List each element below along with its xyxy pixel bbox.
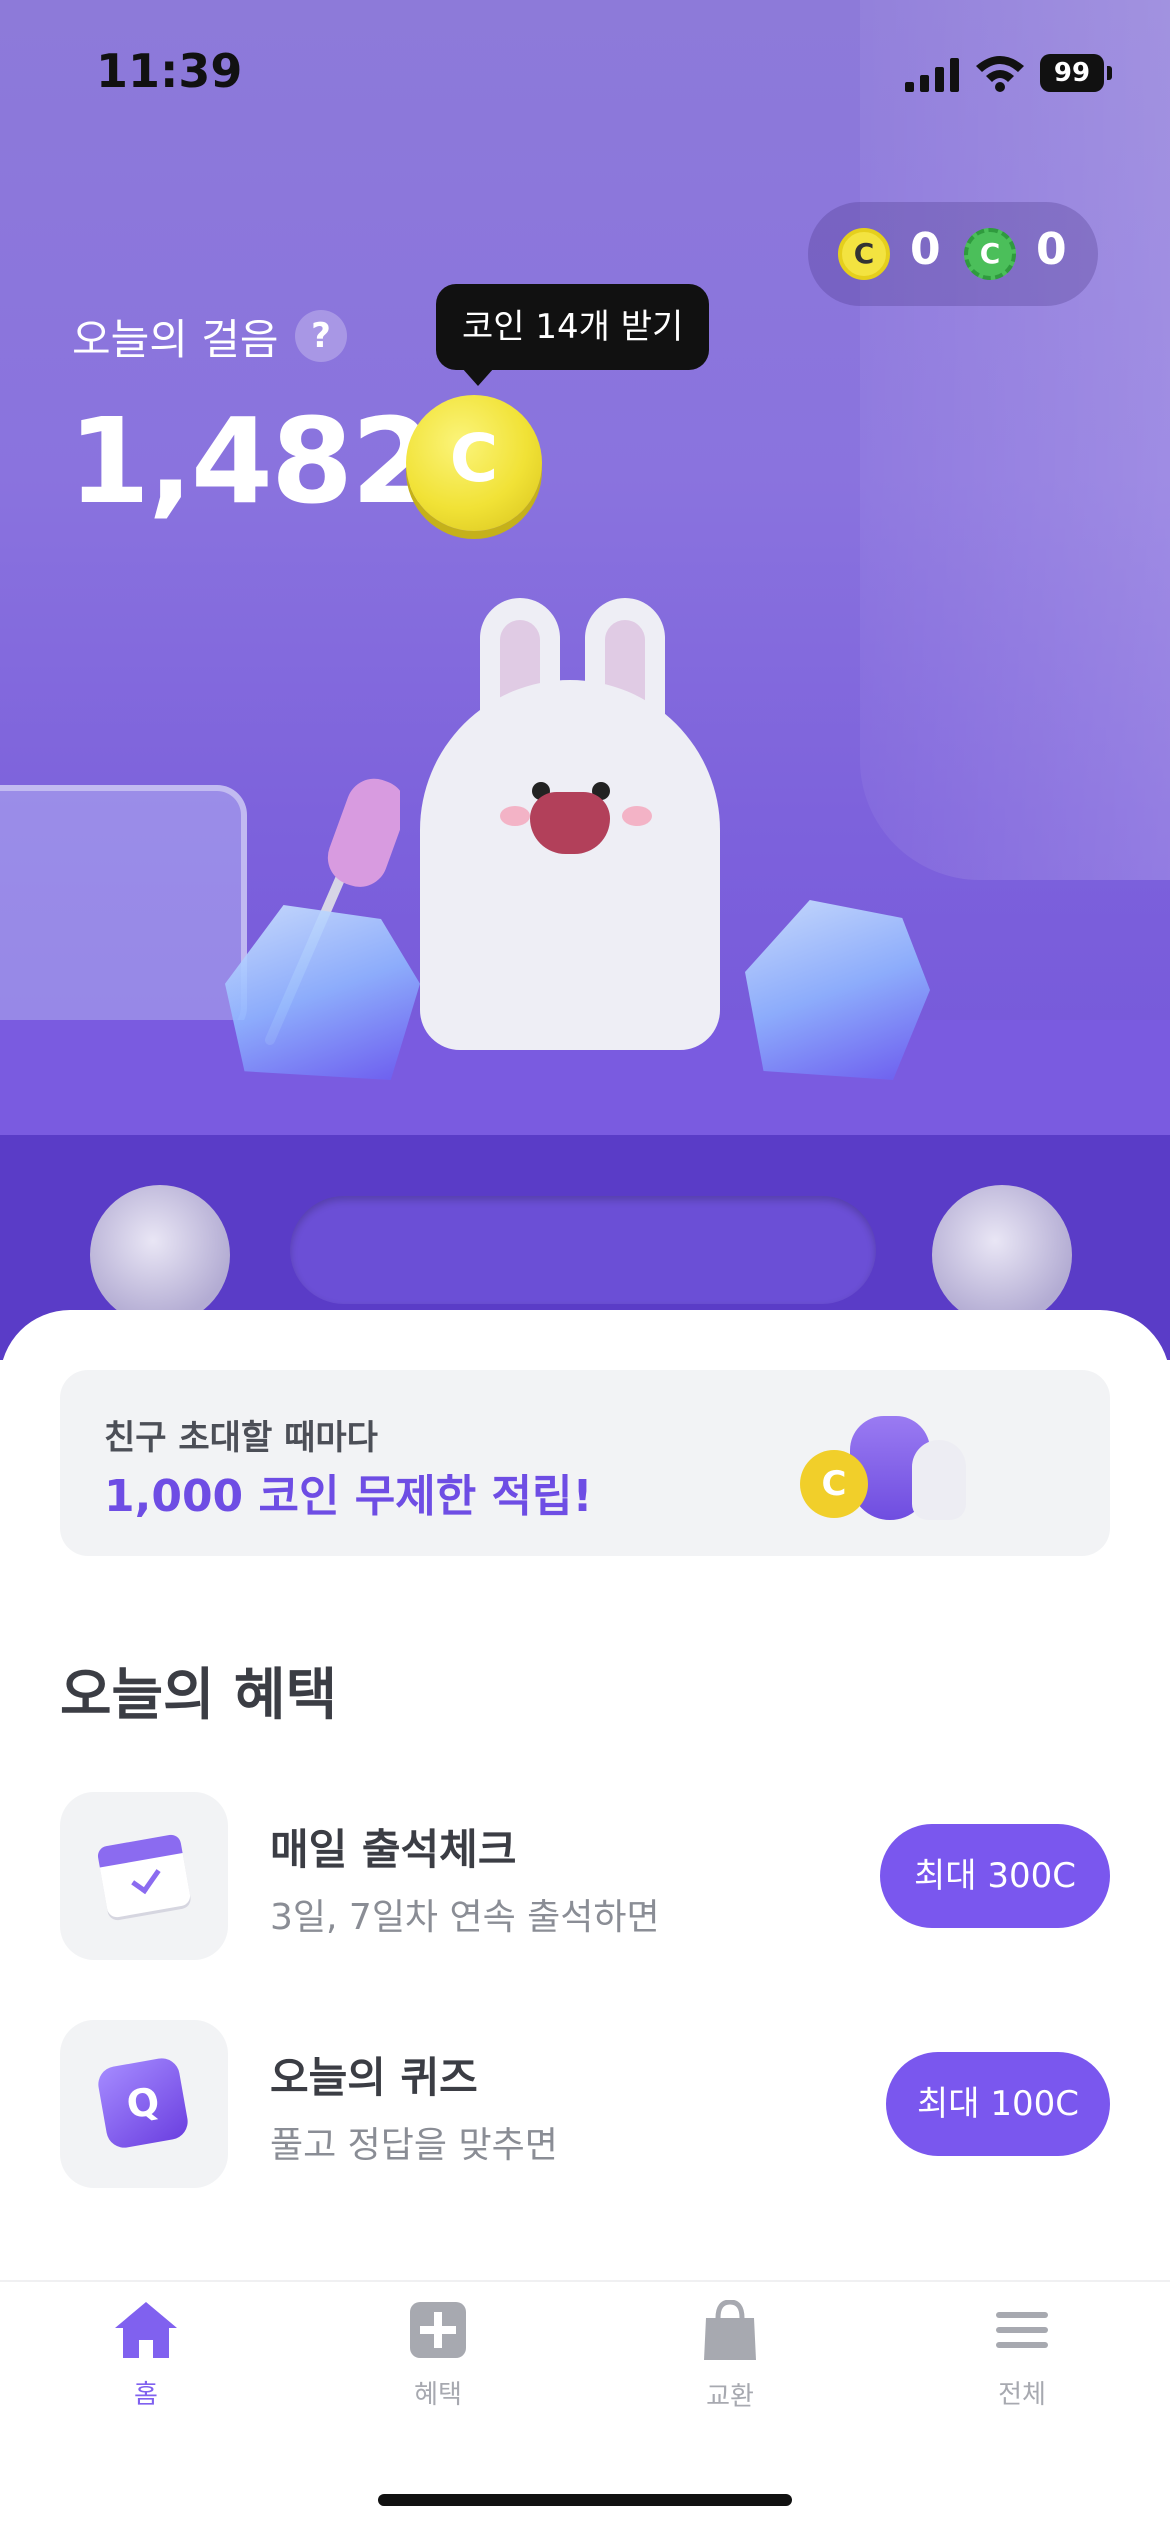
yellow-coin-icon: C [838,228,890,280]
cellular-signal-icon [905,58,959,92]
tab-all-label: 전체 [998,2380,1046,2410]
rabbit-blush-left [500,806,530,826]
tab-home[interactable]: 홈 [46,2300,246,2411]
today-steps-value: 1,482 [68,392,433,530]
attendance-icon-tile[interactable] [60,1792,228,1960]
home-indicator[interactable] [378,2494,792,2506]
banner-coin-icon: C [800,1450,868,1518]
status-time: 11:39 [96,44,243,98]
benefit-title-attendance: 매일 출석체크 [270,1825,517,1874]
platform-slot [290,1196,876,1304]
glass-box-decoration [0,785,247,1037]
calendar-check-icon [96,1833,192,1919]
status-bar: 11:39 99 [0,0,1170,140]
rabbit-blush-right [622,806,652,826]
benefit-subtitle-attendance: 3일, 7일차 연속 출석하면 [270,1897,660,1938]
collect-coin-tooltip: 코인 14개 받기 [436,284,710,386]
coin-letter: C [449,420,499,497]
banner-line1: 친구 초대할 때마다 [104,1418,378,1458]
attendance-reward-button[interactable]: 최대 300C [880,1824,1110,1928]
quiz-icon: Q [95,2055,191,2151]
green-coin-count: 0 [1036,224,1067,275]
hero-scene: 11:39 99 C 0 C 0 오늘의 걸음 ? 1,482 C 코인 14개… [0,0,1170,1360]
rabbit-mini-icon [912,1440,966,1520]
tab-home-label: 홈 [134,2380,158,2410]
benefit-subtitle-quiz: 풀고 정답을 맞추면 [270,2125,558,2166]
help-icon[interactable]: ? [295,310,347,362]
coin-balance-pill[interactable]: C 0 C 0 [808,202,1098,306]
battery-nub [1107,66,1112,80]
menu-icon [996,2312,1048,2348]
rabbit-mouth [530,792,610,854]
quiz-reward-button[interactable]: 최대 100C [886,2052,1110,2156]
tab-benefits-label: 혜택 [414,2380,462,2410]
green-coin-icon: C [964,228,1016,280]
plus-square-icon [410,2302,466,2358]
platform-knob-right [932,1185,1072,1325]
collect-coin-button[interactable]: C [406,395,542,531]
banner-line2: 1,000 코인 무제한 적립! [104,1471,593,1522]
platform-knob-left [90,1185,230,1325]
wifi-icon [976,56,1024,92]
tab-exchange-label: 교환 [706,2382,754,2412]
app-screen: 11:39 99 C 0 C 0 오늘의 걸음 ? 1,482 C 코인 14개… [0,0,1170,2532]
home-icon [115,2302,177,2358]
crystal-right [745,900,930,1080]
rabbit-mascot [420,680,720,1050]
tab-benefits[interactable]: 혜택 [338,2300,538,2411]
tab-all[interactable]: 전체 [922,2300,1122,2411]
benefit-title-quiz: 오늘의 퀴즈 [270,2053,478,2102]
shopping-bag-icon [704,2299,756,2360]
quiz-icon-tile[interactable]: Q [60,2020,228,2188]
tab-exchange[interactable]: 교환 [630,2299,830,2413]
yellow-coin-count: 0 [910,224,941,275]
battery-icon: 99 [1040,54,1104,92]
section-title-benefits: 오늘의 혜택 [60,1663,338,1728]
today-steps-label: 오늘의 걸음 [72,315,279,364]
